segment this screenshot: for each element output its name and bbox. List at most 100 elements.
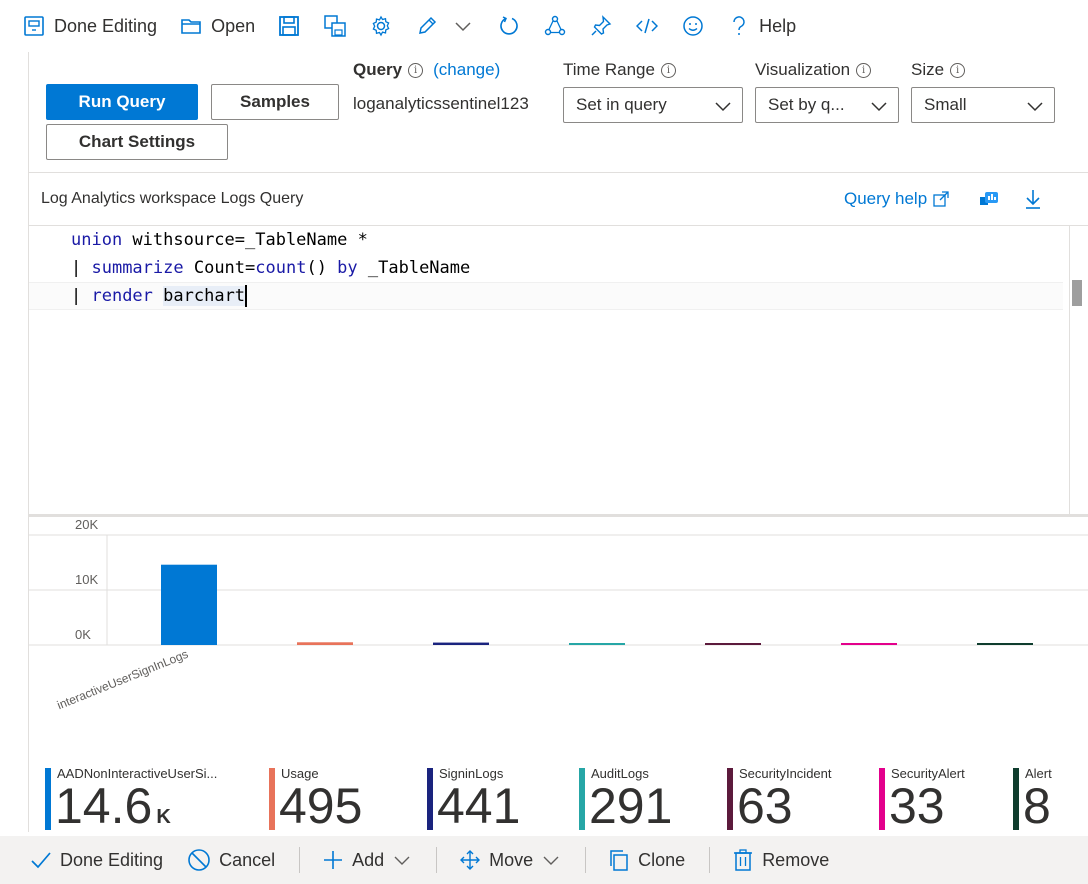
open-in-logs-icon[interactable] bbox=[977, 187, 1001, 211]
move-label: Move bbox=[489, 849, 534, 870]
time-range-label-group: Time Range i bbox=[563, 60, 676, 80]
time-range-dropdown[interactable]: Set in query bbox=[563, 87, 743, 123]
code-highlight-word: barchart bbox=[163, 286, 246, 306]
tile-value: 33 bbox=[889, 778, 945, 834]
tile-value: 291 bbox=[589, 778, 673, 834]
remove-button[interactable]: Remove bbox=[732, 849, 829, 871]
smiley-icon bbox=[681, 14, 705, 38]
chevron-down-icon bbox=[715, 102, 731, 112]
remove-label: Remove bbox=[762, 849, 830, 870]
gear-icon bbox=[369, 14, 393, 38]
tile-value: 441 bbox=[437, 778, 521, 834]
visualization-label-group: Visualization i bbox=[755, 60, 872, 80]
top-toolbar: Done Editing Open Help bbox=[0, 0, 1088, 52]
tile-color-bar bbox=[269, 768, 275, 830]
chevron-down-icon bbox=[451, 14, 475, 38]
pencil-icon bbox=[415, 14, 439, 38]
visualization-dropdown[interactable]: Set by q... bbox=[755, 87, 899, 123]
y-tick-label: 20K bbox=[75, 517, 98, 532]
clone-button[interactable]: Clone bbox=[608, 849, 685, 871]
move-button[interactable]: Move bbox=[459, 849, 561, 871]
workspace-name: loganalyticssentinel123 bbox=[353, 94, 529, 113]
cancel-label: Cancel bbox=[219, 849, 276, 870]
save-as-button[interactable] bbox=[323, 6, 347, 46]
bar-2 bbox=[433, 642, 489, 645]
done-editing-bottom-label: Done Editing bbox=[60, 849, 164, 870]
pin-icon bbox=[589, 14, 613, 38]
query-label-group: Query i (change) bbox=[353, 60, 500, 80]
code-pipe: | bbox=[71, 286, 92, 306]
add-label: Add bbox=[352, 849, 385, 870]
done-editing-bottom-button[interactable]: Done Editing bbox=[30, 849, 163, 871]
done-editing-label: Done Editing bbox=[54, 15, 158, 36]
tile-color-bar bbox=[45, 768, 51, 830]
editor-scrollbar[interactable] bbox=[1069, 226, 1083, 514]
bar-0 bbox=[161, 564, 217, 645]
feedback-button[interactable] bbox=[681, 6, 705, 46]
cancel-icon bbox=[188, 849, 210, 871]
tile-color-bar bbox=[727, 768, 733, 830]
query-code-editor[interactable]: union withsource=_TableName * | summariz… bbox=[29, 226, 1088, 514]
change-query-link[interactable]: (change) bbox=[433, 60, 500, 80]
help-button[interactable]: Help bbox=[727, 6, 796, 46]
query-controls: Run Query Samples Chart Settings Query i… bbox=[29, 52, 1088, 172]
open-label: Open bbox=[211, 15, 256, 36]
query-label: Query bbox=[353, 60, 403, 79]
bar-3 bbox=[569, 643, 625, 645]
info-icon: i bbox=[856, 62, 872, 78]
bar-1 bbox=[297, 642, 353, 645]
visualization-value: Set by q... bbox=[768, 95, 845, 114]
tile-color-bar bbox=[427, 768, 433, 830]
pin-button[interactable] bbox=[589, 6, 613, 46]
separator bbox=[709, 847, 711, 873]
refresh-button[interactable] bbox=[497, 6, 521, 46]
code-keyword: render bbox=[91, 286, 153, 306]
save-as-icon bbox=[323, 14, 347, 38]
add-button[interactable]: Add bbox=[322, 849, 412, 871]
plus-icon bbox=[324, 851, 343, 869]
visualization-label: Visualization bbox=[755, 60, 851, 79]
separator bbox=[585, 847, 587, 873]
samples-button[interactable]: Samples bbox=[211, 84, 339, 120]
tile-value: 8 bbox=[1023, 778, 1051, 834]
size-dropdown[interactable]: Small bbox=[911, 87, 1055, 123]
save-button[interactable] bbox=[277, 6, 301, 46]
scrollbar-thumb[interactable] bbox=[1072, 280, 1082, 306]
tile-value-suffix: K bbox=[156, 806, 171, 828]
settings-button[interactable] bbox=[369, 6, 393, 46]
code-text: _TableName bbox=[357, 258, 471, 278]
separator bbox=[436, 847, 438, 873]
tile-value: 495 bbox=[279, 778, 363, 834]
edit-dropdown-button[interactable] bbox=[451, 6, 475, 46]
info-icon: i bbox=[660, 62, 676, 78]
code-line-1: union withsource=_TableName * bbox=[71, 226, 368, 254]
info-icon: i bbox=[408, 62, 424, 78]
tile-color-bar bbox=[579, 768, 585, 830]
question-icon bbox=[727, 14, 751, 38]
share-button[interactable] bbox=[543, 6, 567, 46]
run-query-button[interactable]: Run Query bbox=[46, 84, 198, 120]
x-tick-label: interactiveUserSignInLogs bbox=[55, 647, 190, 712]
move-icon bbox=[460, 850, 481, 870]
time-range-value: Set in query bbox=[576, 95, 667, 114]
info-icon: i bbox=[950, 62, 966, 78]
query-header-title: Log Analytics workspace Logs Query bbox=[41, 190, 304, 207]
bar-6 bbox=[977, 643, 1033, 645]
cancel-button[interactable]: Cancel bbox=[187, 848, 275, 872]
code-keyword: union bbox=[71, 230, 123, 250]
bar-chart-svg: 20K 10K 0K interactiveUserSignInLogs bbox=[29, 517, 1088, 712]
code-text: () bbox=[306, 258, 338, 278]
chart-settings-button[interactable]: Chart Settings bbox=[46, 124, 228, 160]
done-editing-button[interactable]: Done Editing bbox=[22, 6, 157, 46]
chevron-down-icon bbox=[543, 856, 559, 865]
code-line-2: | summarize Count=count() by _TableName bbox=[71, 254, 470, 282]
code-text: withsource=_TableName * bbox=[122, 230, 368, 250]
time-range-label: Time Range bbox=[563, 60, 655, 79]
edit-button[interactable] bbox=[415, 6, 439, 46]
code-button[interactable] bbox=[635, 6, 659, 46]
open-button[interactable]: Open bbox=[179, 6, 255, 46]
separator bbox=[299, 847, 301, 873]
external-link-icon bbox=[933, 191, 949, 207]
download-icon[interactable] bbox=[1021, 187, 1045, 211]
query-help-link[interactable]: Query help bbox=[844, 189, 949, 209]
